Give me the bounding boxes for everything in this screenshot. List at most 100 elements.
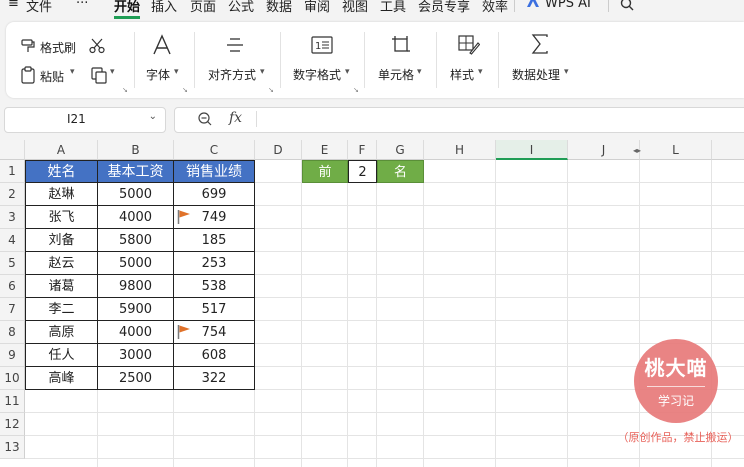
tab-page[interactable]: 页面 <box>190 0 216 15</box>
tab-efficiency[interactable]: 效率 <box>482 0 508 15</box>
table-cell-c[interactable]: 253 <box>174 252 255 275</box>
table-cell-a[interactable]: 张飞 <box>25 206 98 229</box>
table-cell-c[interactable]: 517 <box>174 298 255 321</box>
tab-member[interactable]: 会员专享 <box>418 0 470 15</box>
paste-dropdown-icon[interactable]: ▾ <box>70 67 75 77</box>
table-cell-b[interactable]: 5800 <box>98 229 174 252</box>
number-format-launcher-icon[interactable]: ↘ <box>353 86 359 94</box>
row-header[interactable]: 6 <box>0 275 25 298</box>
column-header-h[interactable]: H <box>424 140 496 160</box>
column-header-m[interactable] <box>712 140 744 160</box>
table-cell-a[interactable]: 高原 <box>25 321 98 344</box>
number-format-button[interactable]: 数字格式 <box>293 66 341 83</box>
column-header-i[interactable]: I <box>496 140 568 160</box>
row-header[interactable]: 7 <box>0 298 25 321</box>
row-header[interactable]: 8 <box>0 321 25 344</box>
font-dropdown-icon[interactable]: ▾ <box>174 67 179 77</box>
more-menu-icon[interactable]: ··· <box>76 0 88 11</box>
table-cell-c[interactable]: 185 <box>174 229 255 252</box>
table-cell-b[interactable]: 9800 <box>98 275 174 298</box>
cell-dropdown-icon[interactable]: ▾ <box>417 67 422 77</box>
style-dropdown-icon[interactable]: ▾ <box>478 67 483 77</box>
name-box[interactable]: I21 ⌄ <box>4 107 166 133</box>
column-header-d[interactable]: D <box>255 140 302 160</box>
column-header-j[interactable]: J <box>568 140 640 160</box>
tab-tools[interactable]: 工具 <box>380 0 406 15</box>
align-dropdown-icon[interactable]: ▾ <box>260 67 265 77</box>
column-header-l[interactable]: L <box>640 140 712 160</box>
wps-ai-icon[interactable] <box>526 0 540 11</box>
table-cell-b[interactable]: 5900 <box>98 298 174 321</box>
table-cell-b[interactable]: 2500 <box>98 367 174 390</box>
table-cell-a[interactable]: 高峰 <box>25 367 98 390</box>
column-header-g[interactable]: G <box>377 140 424 160</box>
wps-ai-label[interactable]: WPS AI <box>545 0 591 11</box>
number-format-dropdown-icon[interactable]: ▾ <box>345 67 350 77</box>
table-header-cell[interactable]: 销售业绩 <box>174 160 255 183</box>
data-processing-dropdown-icon[interactable]: ▾ <box>564 67 569 77</box>
copy-dropdown-icon[interactable]: ▾ <box>110 67 115 77</box>
main-menu-icon[interactable]: ≡ <box>8 0 19 11</box>
tab-data[interactable]: 数据 <box>266 0 292 15</box>
row-header[interactable]: 1 <box>0 160 25 183</box>
table-cell-a[interactable]: 赵琳 <box>25 183 98 206</box>
cell-e1-front[interactable]: 前 <box>302 160 348 183</box>
column-header-f[interactable]: F <box>348 140 377 160</box>
column-header-a[interactable]: A <box>25 140 98 160</box>
table-cell-b[interactable]: 4000 <box>98 206 174 229</box>
row-header[interactable]: 3 <box>0 206 25 229</box>
clipboard-launcher-icon[interactable]: ↘ <box>122 86 128 94</box>
row-header[interactable]: 5 <box>0 252 25 275</box>
table-cell-a[interactable]: 刘备 <box>25 229 98 252</box>
select-all-corner[interactable] <box>0 140 25 160</box>
row-header[interactable]: 13 <box>0 436 25 459</box>
tab-view[interactable]: 视图 <box>342 0 368 15</box>
row-header[interactable]: 11 <box>0 390 25 413</box>
table-cell-b[interactable]: 4000 <box>98 321 174 344</box>
column-header-b[interactable]: B <box>98 140 174 160</box>
fx-icon[interactable]: fx <box>229 110 242 126</box>
cell-g1-rank[interactable]: 名 <box>377 160 424 183</box>
hidden-column-marker-icon[interactable]: ◂▸ <box>633 146 641 155</box>
table-header-cell[interactable]: 姓名 <box>25 160 98 183</box>
zoom-formula-icon[interactable] <box>197 111 213 131</box>
table-cell-c[interactable]: 699 <box>174 183 255 206</box>
copy-icon[interactable] <box>90 66 108 88</box>
paste-button[interactable]: 粘贴 <box>40 68 64 85</box>
formula-field[interactable]: fx <box>174 107 744 133</box>
style-button[interactable]: 样式 <box>450 66 474 83</box>
tab-formula[interactable]: 公式 <box>228 0 254 15</box>
table-cell-c[interactable]: 538 <box>174 275 255 298</box>
cell-button[interactable]: 单元格 <box>378 66 414 83</box>
table-cell-a[interactable]: 诸葛 <box>25 275 98 298</box>
spreadsheet-grid[interactable]: A B C D E F G H I J L ◂▸ 1 2 3 4 5 6 7 8 9 10 11 12… <box>0 140 744 467</box>
table-header-cell[interactable]: 基本工资 <box>98 160 174 183</box>
align-button[interactable]: 对齐方式 <box>208 66 256 83</box>
tab-insert[interactable]: 插入 <box>151 0 177 15</box>
data-processing-button[interactable]: 数据处理 <box>512 66 560 83</box>
cell-f1-n[interactable]: 2 <box>348 160 377 183</box>
font-launcher-icon[interactable]: ↘ <box>182 86 188 94</box>
table-cell-c[interactable]: 608 <box>174 344 255 367</box>
cut-icon[interactable] <box>88 37 106 59</box>
tab-review[interactable]: 审阅 <box>304 0 330 15</box>
table-cell-b[interactable]: 5000 <box>98 183 174 206</box>
column-header-c[interactable]: C <box>174 140 255 160</box>
name-box-dropdown-icon[interactable]: ⌄ <box>149 111 157 122</box>
table-cell-b[interactable]: 3000 <box>98 344 174 367</box>
tab-home[interactable]: 开始 <box>114 0 141 19</box>
row-header[interactable]: 10 <box>0 367 25 390</box>
table-cell-a[interactable]: 赵云 <box>25 252 98 275</box>
table-cell-c[interactable]: 322 <box>174 367 255 390</box>
row-header[interactable]: 12 <box>0 413 25 436</box>
font-button[interactable]: 字体 <box>146 66 170 83</box>
table-cell-a[interactable]: 李二 <box>25 298 98 321</box>
row-header[interactable]: 2 <box>0 183 25 206</box>
search-icon[interactable] <box>620 0 634 15</box>
table-cell-b[interactable]: 5000 <box>98 252 174 275</box>
format-painter-button[interactable]: 格式刷 <box>40 39 76 56</box>
column-header-e[interactable]: E <box>302 140 348 160</box>
table-cell-a[interactable]: 任人 <box>25 344 98 367</box>
row-header[interactable]: 4 <box>0 229 25 252</box>
menu-file[interactable]: 文件 <box>26 0 52 15</box>
